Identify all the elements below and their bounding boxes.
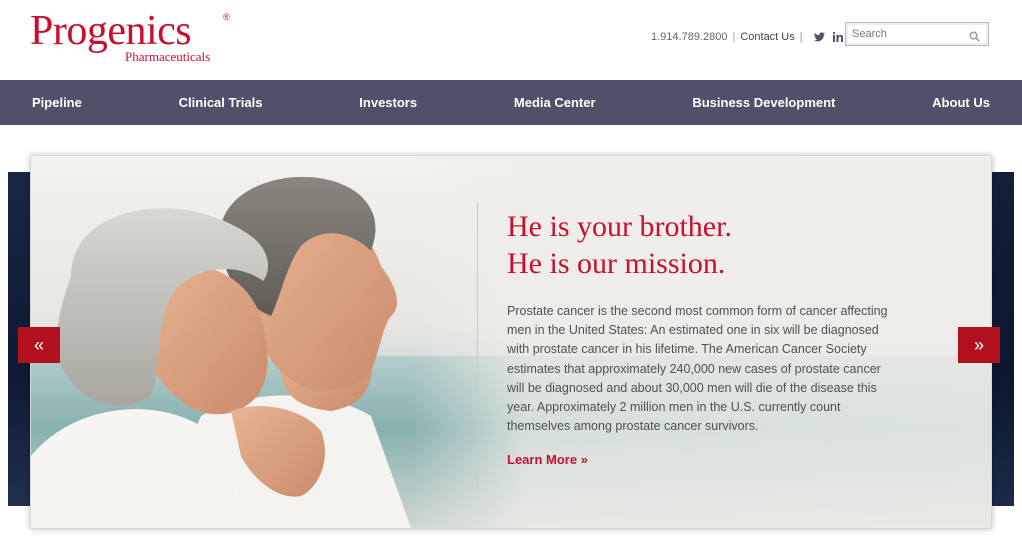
- nav-item-investors[interactable]: Investors: [359, 95, 417, 110]
- search-icon[interactable]: [969, 29, 980, 47]
- separator: |: [799, 31, 803, 43]
- couple-photo: [31, 176, 411, 528]
- linkedin-icon[interactable]: [832, 32, 843, 42]
- nav-item-pipeline[interactable]: Pipeline: [32, 95, 82, 110]
- learn-more-link[interactable]: Learn More »: [507, 452, 588, 467]
- separator: |: [732, 31, 736, 43]
- social-links: [813, 32, 843, 42]
- site-header: Progenics ® Pharmaceuticals 1.914.789.28…: [0, 0, 1022, 80]
- headline-line-2: He is our mission.: [507, 247, 726, 280]
- chevron-left-icon: «: [33, 334, 44, 355]
- hero-headline: He is your brother. He is our mission.: [507, 208, 732, 282]
- content-divider: [477, 201, 478, 491]
- registered-mark: ®: [223, 12, 230, 22]
- search-input[interactable]: [852, 24, 962, 44]
- phone-number: 1.914.789.2800: [651, 31, 728, 43]
- hero-slide: He is your brother. He is our mission. P…: [30, 155, 992, 529]
- nav-item-about-us[interactable]: About Us: [932, 95, 990, 110]
- progenics-logo[interactable]: Progenics ® Pharmaceuticals: [30, 8, 230, 63]
- previous-slide-button[interactable]: «: [18, 327, 60, 363]
- utility-links: 1.914.789.2800 | Contact Us |: [651, 31, 843, 43]
- next-slide-button[interactable]: »: [958, 327, 1000, 363]
- search-box: [845, 22, 989, 46]
- nav-item-business-development[interactable]: Business Development: [692, 95, 835, 110]
- logo-subtitle: Pharmaceuticals: [125, 49, 211, 64]
- nav-item-media-center[interactable]: Media Center: [514, 95, 596, 110]
- nav-item-clinical-trials[interactable]: Clinical Trials: [179, 95, 263, 110]
- hero-body-text: Prostate cancer is the second most commo…: [507, 304, 888, 434]
- twitter-icon[interactable]: [813, 32, 825, 42]
- chevron-right-icon: »: [973, 334, 984, 355]
- logo-wordmark: Progenics: [30, 8, 192, 54]
- headline-line-1: He is your brother.: [507, 210, 732, 243]
- contact-us-link[interactable]: Contact Us: [740, 31, 794, 43]
- main-navigation: Pipeline Clinical Trials Investors Media…: [0, 80, 1022, 125]
